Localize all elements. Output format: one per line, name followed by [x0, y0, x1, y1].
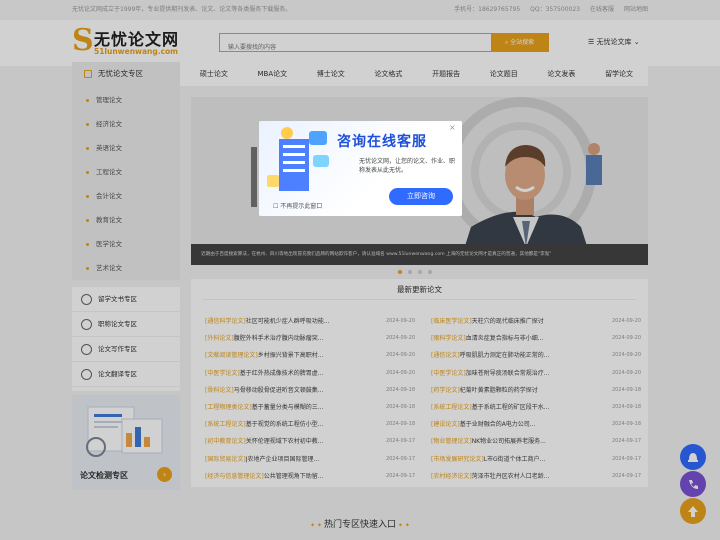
dont-show-again[interactable]: ☐ 不再提示此窗口	[273, 201, 322, 210]
consult-modal: 咨询在线客服 无忧论文网，让您的论文、作业、职称发表从此无忧。 立即咨询 ☐ 不…	[259, 121, 462, 216]
service-illustration	[267, 127, 329, 191]
modal-title: 咨询在线客服	[337, 134, 427, 150]
dont-show-label: 不再提示此窗口	[280, 203, 323, 210]
modal-text: 无忧论文网，让您的论文、作业、职称发表从此无忧。	[359, 158, 456, 174]
consult-now-button[interactable]: 立即咨询	[389, 188, 453, 205]
modal-overlay	[0, 0, 720, 540]
close-icon[interactable]: ×	[449, 123, 456, 132]
